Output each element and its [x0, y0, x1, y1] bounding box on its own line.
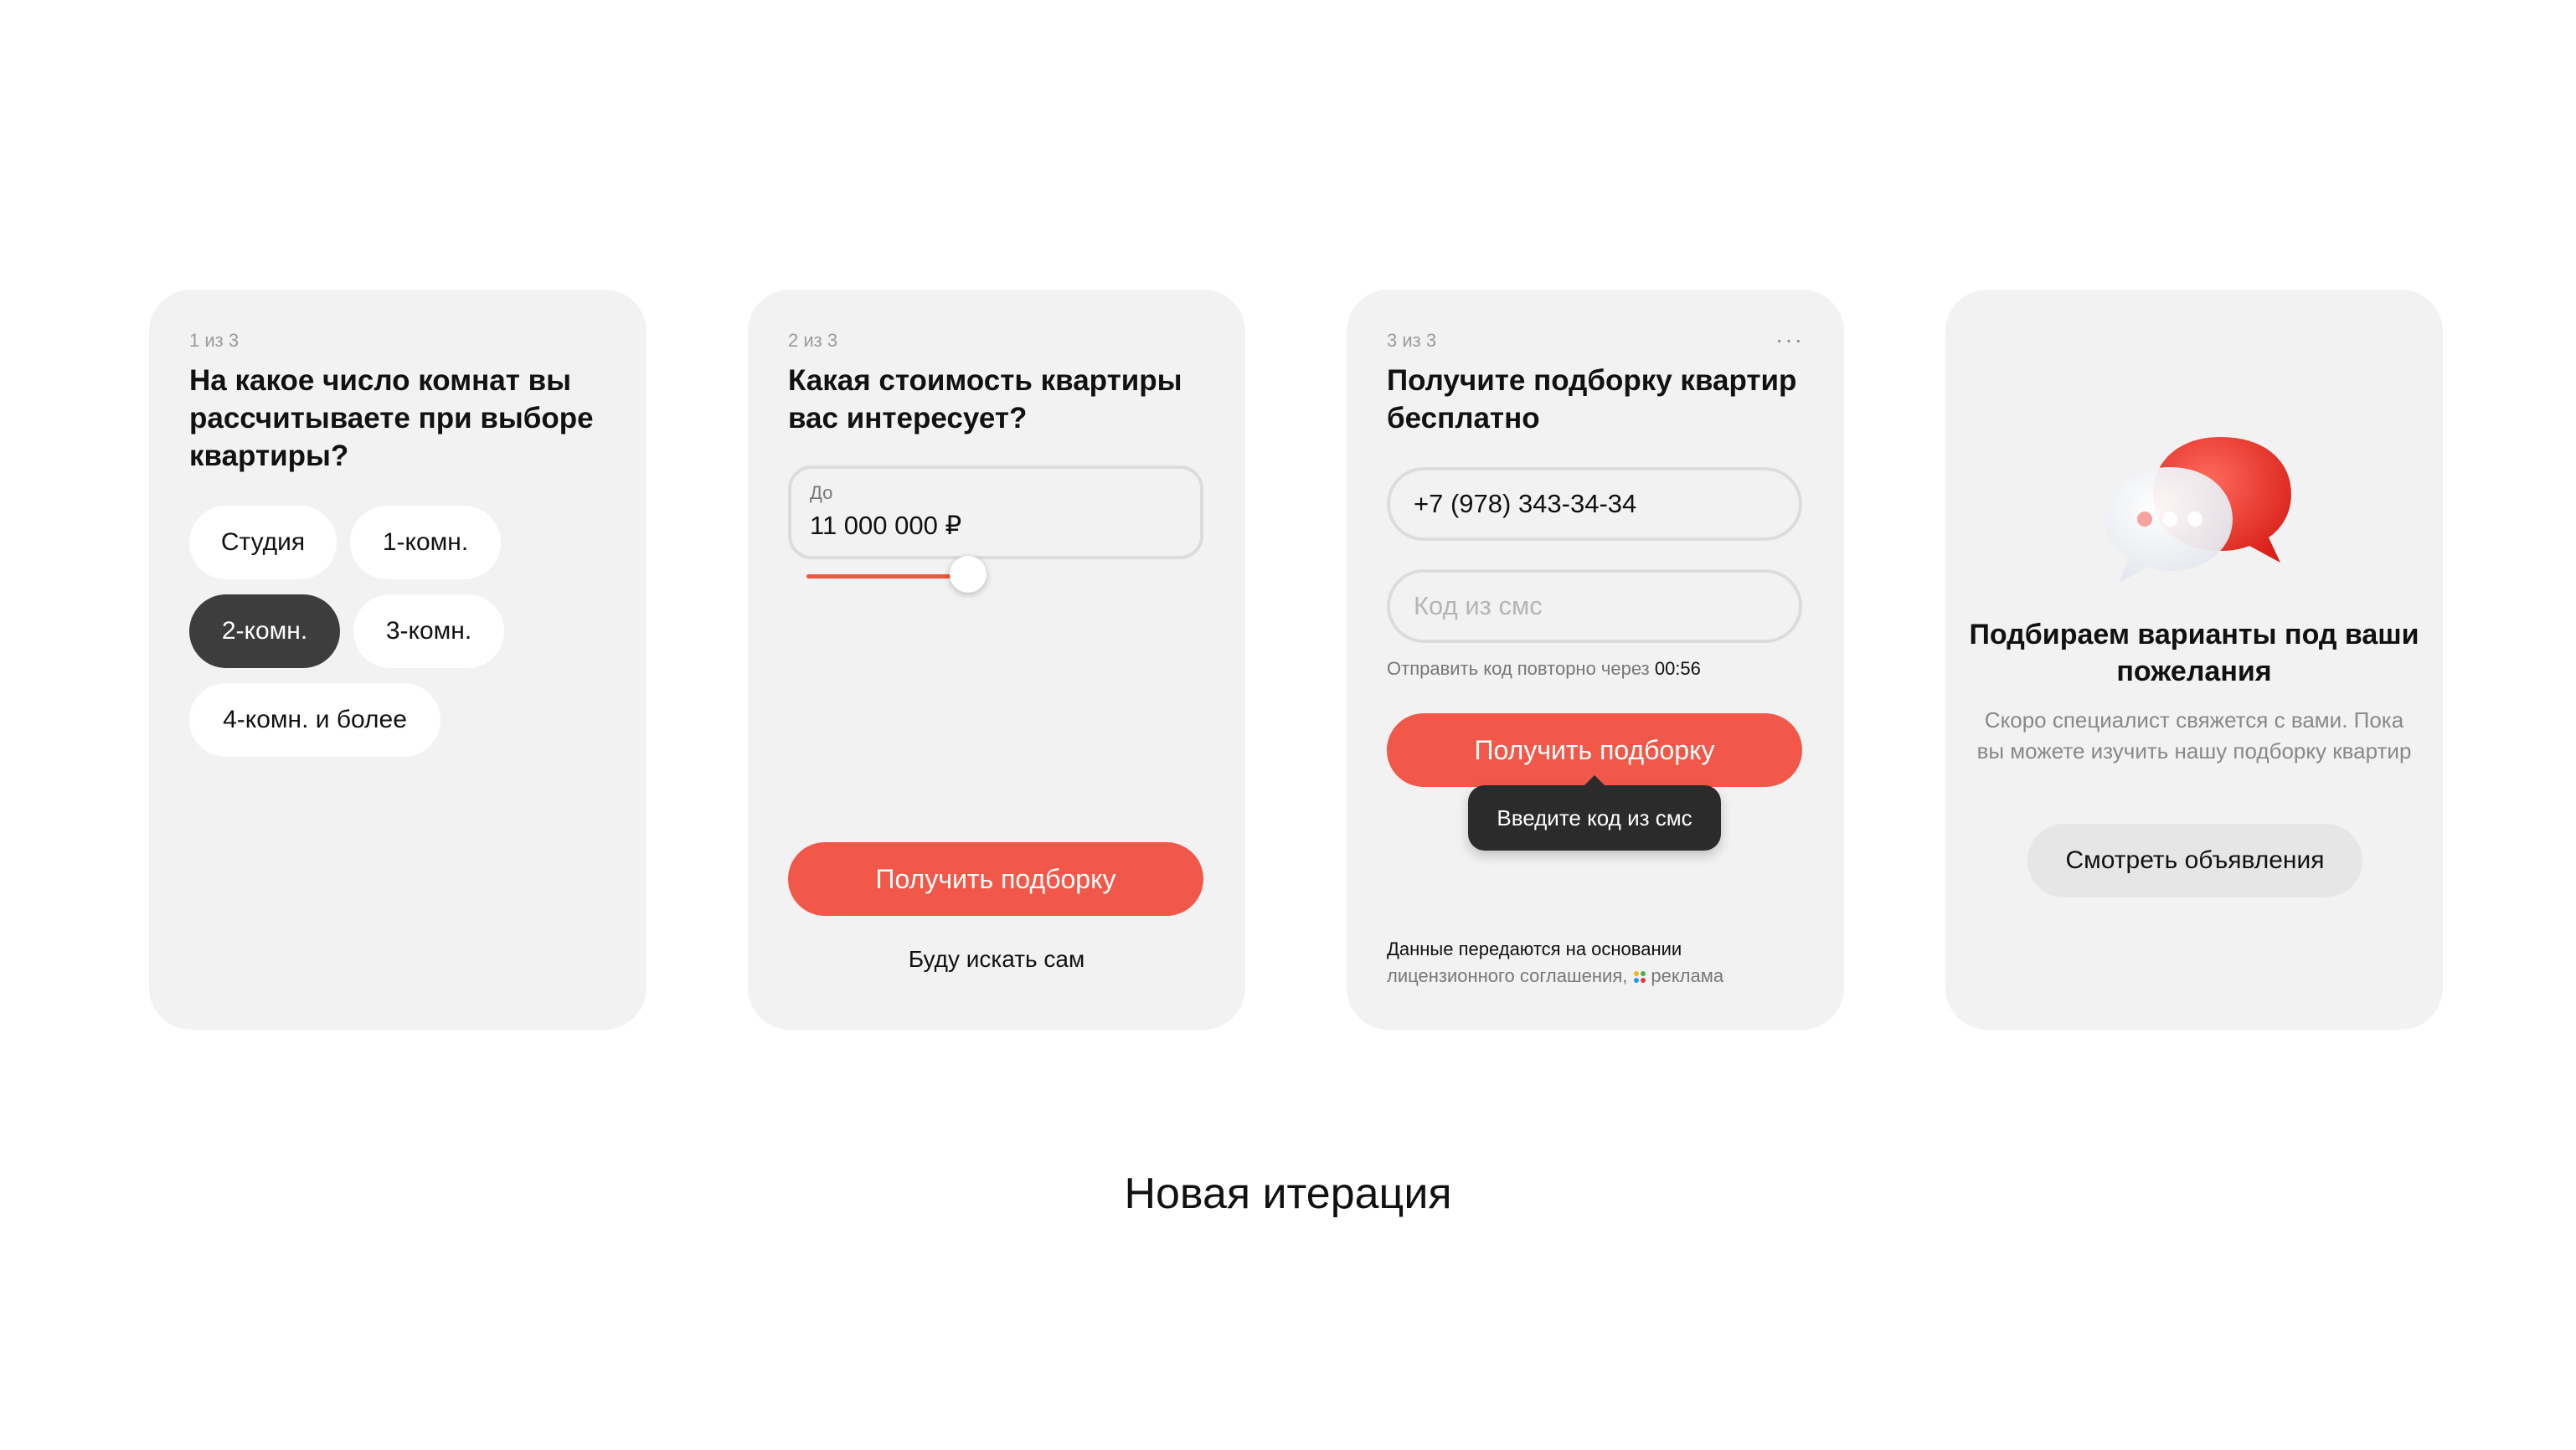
room-option-studio[interactable]: Студия — [189, 506, 337, 579]
more-menu-icon[interactable]: ··· — [1775, 327, 1804, 353]
form-heading: Получите подборку квартир бесплатно — [1387, 364, 1797, 434]
rooms-question-card: 1 из 3 На какое число комнат вы рассчиты… — [149, 290, 647, 1030]
self-search-link[interactable]: Буду искать сам — [748, 946, 1245, 973]
contact-form-card: 3 из 3 ··· Получите подборку квартир бес… — [1347, 290, 1844, 1030]
phone-input[interactable]: +7 (978) 343-34-34 — [1387, 467, 1802, 541]
sms-code-input[interactable]: Код из смс — [1387, 569, 1802, 643]
phone-value: +7 (978) 343-34-34 — [1414, 489, 1637, 518]
room-option-1[interactable]: 1-комн. — [350, 506, 501, 579]
step-counter: 1 из 3 — [189, 330, 240, 351]
price-field-label: До — [810, 482, 833, 503]
page-caption: Новая итерация — [1124, 1170, 1452, 1218]
sms-code-tooltip: Введите код из смс — [1468, 775, 1721, 851]
success-title: Подбираем варианты под ваши пожелания — [1969, 619, 2419, 687]
price-question-card: 2 из 3 Какая стоимость квартиры вас инте… — [748, 290, 1245, 1030]
room-option-4plus[interactable]: 4-комн. и более — [189, 683, 440, 757]
success-card: Подбираем варианты под ваши пожелания Ск… — [1945, 290, 2443, 1030]
max-price-field[interactable]: До 11 000 000 ₽ — [788, 465, 1203, 559]
sms-code-placeholder: Код из смс — [1414, 591, 1543, 620]
license-agreement-link[interactable]: лицензионного соглашения, — [1387, 965, 1627, 986]
ad-label: реклама — [1651, 965, 1724, 986]
get-selection-button[interactable]: Получить подборку — [788, 842, 1203, 916]
room-option-3[interactable]: 3-комн. — [353, 594, 504, 668]
legal-notice: Данные передаются на основании лицензион… — [1387, 938, 1724, 986]
price-field-value: 11 000 000 ₽ — [810, 511, 962, 540]
chat-bubbles-icon — [2105, 437, 2291, 583]
view-listings-button[interactable]: Смотреть объявления — [2027, 824, 2362, 897]
question-heading: На какое число комнат вы рассчитываете п… — [189, 364, 594, 472]
success-text: Скоро специалист свяжется с вами. Пока в… — [1976, 707, 2412, 764]
step-counter: 3 из 3 — [1387, 330, 1437, 351]
question-heading: Какая стоимость квартиры вас интересует? — [788, 364, 1182, 434]
slider-fill — [806, 574, 969, 578]
room-option-2[interactable]: 2-комн. — [189, 594, 340, 668]
price-slider[interactable] — [806, 556, 1192, 598]
resend-code-text: Отправить код повторно через 00:56 — [1387, 658, 1701, 679]
resend-timer: 00:56 — [1654, 658, 1701, 679]
step-counter: 2 из 3 — [788, 330, 838, 351]
slider-thumb[interactable] — [950, 556, 987, 593]
ad-icon — [1634, 971, 1646, 983]
